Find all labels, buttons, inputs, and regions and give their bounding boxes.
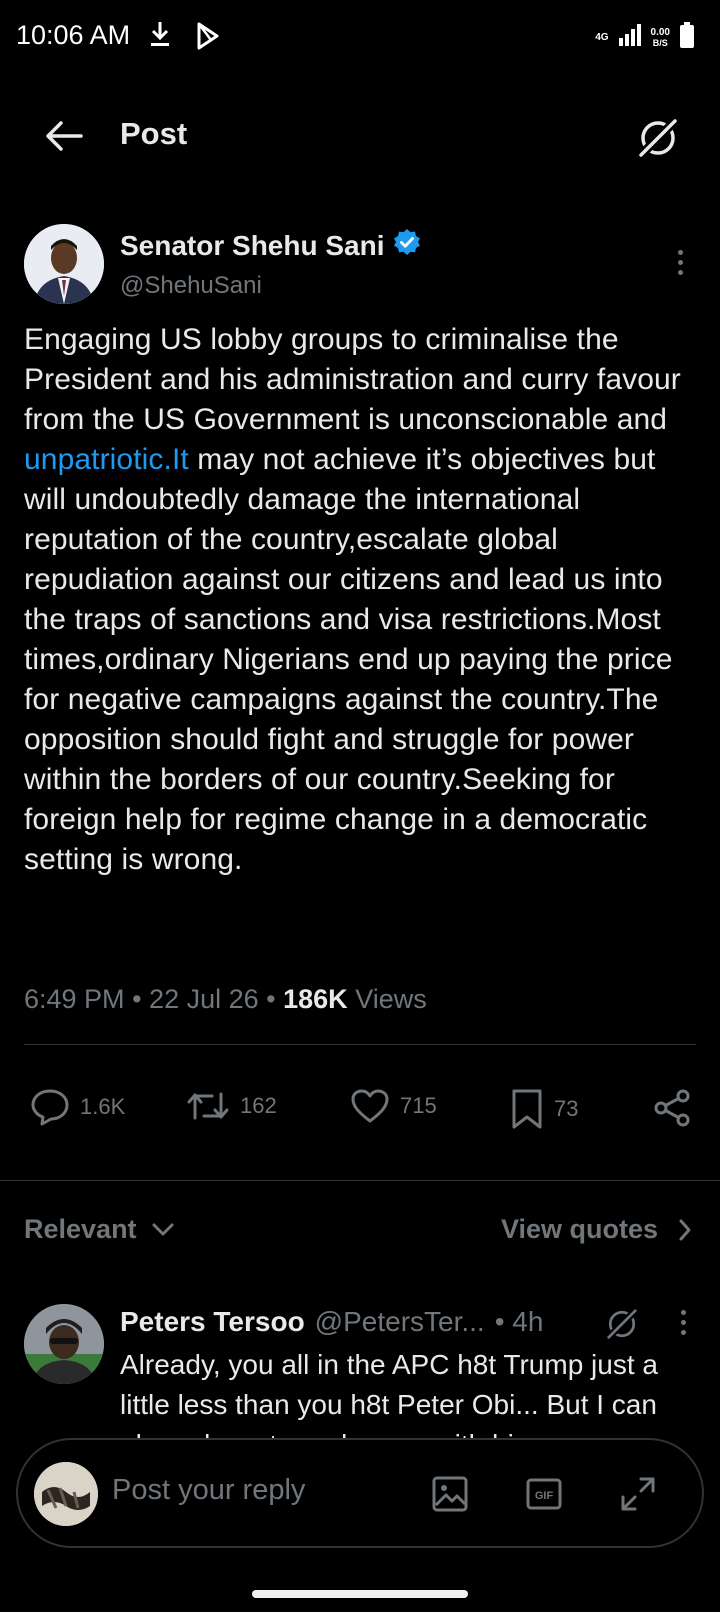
page-title: Post — [120, 116, 188, 151]
reply-icon — [31, 1089, 69, 1126]
reply-count: 1.6K — [80, 1094, 126, 1119]
author-handle[interactable]: @ShehuSani — [120, 272, 262, 300]
signal-icon — [618, 24, 641, 51]
post-text: Engaging US lobby groups to criminalise … — [24, 320, 704, 880]
grok-icon[interactable] — [604, 1306, 640, 1342]
arrow-left-icon — [46, 121, 83, 151]
post-date: 22 Jul 26 — [149, 984, 259, 1014]
bookmark-button[interactable]: 73 — [510, 1088, 578, 1130]
reply-age: • 4h — [494, 1306, 544, 1337]
reply-more-options-icon[interactable] — [678, 1310, 688, 1340]
reply-author-handle[interactable]: @PetersTer... — [315, 1306, 485, 1338]
reply-input[interactable]: Post your reply — [112, 1474, 305, 1507]
reply-author-name[interactable]: Peters Tersoo — [120, 1306, 305, 1338]
expand-icon[interactable] — [616, 1472, 660, 1516]
home-indicator[interactable] — [252, 1590, 468, 1598]
author-name-text: Senator Shehu Sani — [120, 229, 385, 261]
repost-count: 162 — [240, 1093, 277, 1118]
network-speed-unit: B/S — [652, 37, 668, 48]
more-options-icon[interactable] — [672, 250, 688, 280]
grok-icon — [635, 115, 681, 161]
like-count: 715 — [400, 1093, 437, 1118]
network-speed-value: 0.00 — [650, 26, 670, 38]
status-bar: 10:06 AM 4G 0.00 B/S — [0, 0, 720, 72]
gif-icon[interactable]: GIF — [522, 1472, 566, 1516]
meta-separator: • — [132, 984, 142, 1014]
heart-icon — [351, 1089, 389, 1123]
reply-avatar[interactable] — [24, 1304, 104, 1384]
image-icon[interactable] — [428, 1472, 472, 1516]
share-button[interactable] — [652, 1088, 692, 1128]
sort-replies-button[interactable]: Relevant — [24, 1214, 175, 1245]
top-header: Post — [0, 100, 720, 172]
share-icon — [654, 1089, 690, 1127]
divider — [0, 1180, 720, 1181]
verified-badge-icon — [393, 228, 421, 263]
sort-label: Relevant — [24, 1214, 137, 1244]
play-store-icon — [196, 22, 220, 55]
chevron-down-icon — [152, 1223, 174, 1235]
repost-icon — [187, 1092, 229, 1120]
back-button[interactable] — [40, 114, 88, 158]
views-label: Views — [355, 984, 427, 1014]
reply-header: Peters Tersoo @PetersTer... • 4h — [120, 1306, 543, 1338]
view-quotes-button[interactable]: View quotes — [501, 1214, 692, 1245]
meta-separator: • — [266, 984, 276, 1014]
bookmark-count: 73 — [554, 1096, 579, 1121]
like-button[interactable]: 715 — [350, 1088, 437, 1124]
download-icon — [150, 20, 170, 53]
user-avatar — [34, 1462, 98, 1526]
post-text-part-2: may not achieve it’s objectives but will… — [24, 443, 673, 876]
divider — [24, 1044, 696, 1045]
view-quotes-label: View quotes — [500, 1214, 658, 1244]
network-speed: 0.00 B/S — [650, 26, 670, 48]
reply-button[interactable]: 1.6K — [30, 1088, 125, 1126]
repost-button[interactable]: 162 — [186, 1088, 277, 1124]
author-name[interactable]: Senator Shehu Sani — [120, 228, 421, 263]
post-actions: 1.6K 162 715 73 — [0, 1084, 720, 1134]
post-link[interactable]: unpatriotic.It — [24, 443, 189, 476]
grok-button[interactable] — [632, 112, 684, 164]
post-meta: 6:49 PM • 22 Jul 26 • 186K Views — [24, 984, 427, 1015]
navigation-bar — [0, 1560, 720, 1612]
post-time: 6:49 PM — [24, 984, 125, 1014]
battery-icon — [680, 22, 694, 53]
status-time: 10:06 AM — [16, 20, 131, 50]
network-type: 4G — [595, 31, 609, 43]
post-text-part-1: Engaging US lobby groups to criminalise … — [24, 323, 681, 436]
bookmark-icon — [512, 1089, 542, 1129]
chevron-right-icon — [679, 1219, 691, 1240]
reply-composer[interactable]: Post your reply GIF — [16, 1438, 704, 1548]
svg-text:GIF: GIF — [535, 1490, 554, 1502]
author-avatar[interactable] — [24, 224, 104, 304]
views-count[interactable]: 186K — [283, 984, 348, 1014]
